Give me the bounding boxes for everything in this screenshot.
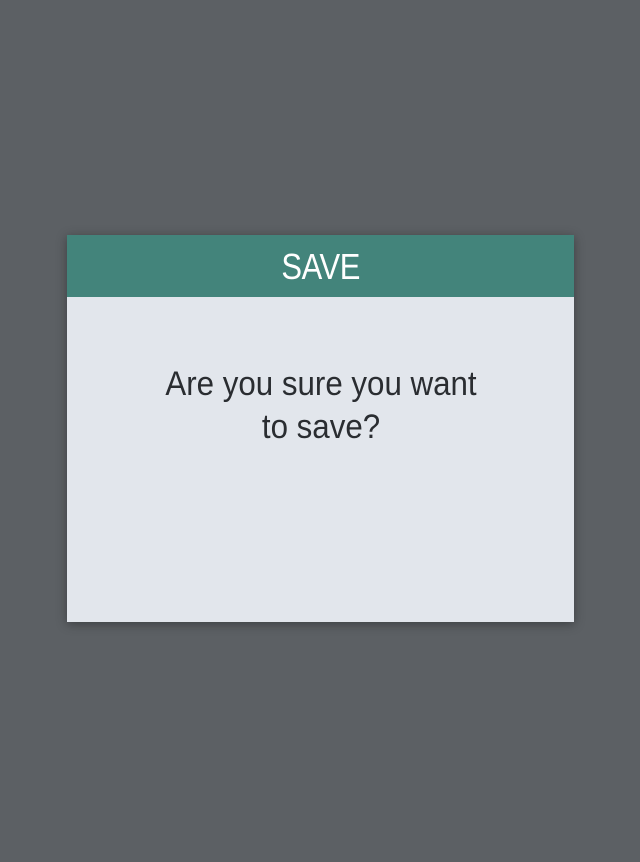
dialog-title: SAVE	[281, 246, 360, 287]
dialog-header: SAVE	[67, 235, 574, 297]
dialog-message: Are you sure you want to save?	[164, 365, 477, 446]
dialog-body: Are you sure you want to save?	[67, 297, 574, 449]
save-confirmation-dialog: SAVE Are you sure you want to save?	[67, 235, 574, 622]
